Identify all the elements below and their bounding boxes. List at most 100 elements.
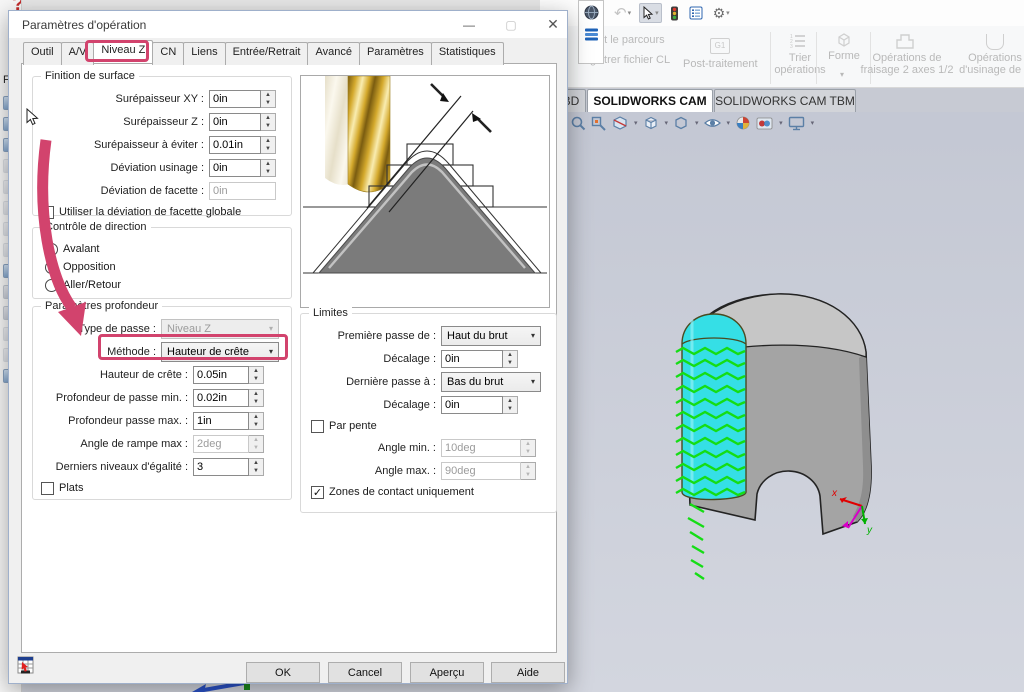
radio-aller-retour[interactable] bbox=[45, 279, 58, 292]
ribbon-item-simuler-parcours[interactable]: ut le parcours bbox=[598, 34, 665, 46]
surepaisseur-z-input[interactable]: 0in bbox=[209, 113, 261, 131]
tab-outil[interactable]: Outil bbox=[23, 42, 62, 65]
field-label: Surépaisseur à éviter : bbox=[33, 139, 209, 151]
svg-text:x: x bbox=[831, 488, 838, 499]
surepaisseur-eviter-input[interactable]: 0.01in bbox=[209, 136, 261, 154]
field-label: Angle max. : bbox=[301, 465, 441, 477]
forme-dropdown-icon[interactable]: ▾ bbox=[840, 70, 844, 79]
group-controle-direction: Contrôle de direction Avalant Opposition… bbox=[32, 227, 292, 299]
tab-av[interactable]: A/V bbox=[61, 42, 95, 65]
document-tab-band: BD SOLIDWORKS CAM SOLIDWORKS CAM TBM bbox=[540, 88, 1024, 112]
tab-avance[interactable]: Avancé bbox=[307, 42, 360, 65]
spinner[interactable]: ▲▼ bbox=[249, 412, 264, 430]
field-label: Surépaisseur Z : bbox=[33, 116, 209, 128]
spinner: ▲▼ bbox=[521, 439, 536, 457]
forme-icon bbox=[835, 32, 853, 48]
plats-checkbox[interactable] bbox=[41, 482, 54, 495]
dialog-tab-strip: Outil A/V Niveau Z CN Liens Entrée/Retra… bbox=[23, 42, 503, 65]
profondeur-min-input[interactable]: 0.02in bbox=[193, 389, 249, 407]
spinner[interactable]: ▲▼ bbox=[249, 366, 264, 384]
svg-text:3: 3 bbox=[790, 44, 793, 48]
properties-list-icon[interactable] bbox=[687, 3, 705, 23]
derniere-passe-combo[interactable]: Bas du brut▾ bbox=[441, 372, 541, 392]
select-cursor-icon[interactable]: ▾ bbox=[639, 3, 662, 23]
par-pente-checkbox[interactable] bbox=[311, 420, 324, 433]
spinner[interactable]: ▲▼ bbox=[261, 159, 276, 177]
part-model[interactable]: x y bbox=[560, 112, 1024, 692]
deviation-facette-input: 0in bbox=[209, 182, 276, 200]
cancel-button[interactable]: Cancel bbox=[328, 662, 402, 683]
table-drag-icon[interactable] bbox=[17, 656, 37, 675]
field-label: Angle de rampe max : bbox=[33, 438, 193, 450]
apercu-button[interactable]: Aperçu bbox=[410, 662, 484, 683]
surepaisseur-xy-input[interactable]: 0in bbox=[209, 90, 261, 108]
group-title: Paramètres profondeur bbox=[41, 300, 162, 312]
traffic-light-icon[interactable] bbox=[668, 3, 681, 23]
field-label: Derniers niveaux d'égalité : bbox=[33, 461, 193, 473]
spinner[interactable]: ▲▼ bbox=[503, 396, 518, 414]
tab-cn[interactable]: CN bbox=[152, 42, 184, 65]
profondeur-max-input[interactable]: 1in bbox=[193, 412, 249, 430]
layers-icon[interactable] bbox=[584, 28, 599, 41]
angle-max-input: 90deg bbox=[441, 462, 521, 480]
floating-mini-toolbar bbox=[578, 0, 604, 64]
group-title: Finition de surface bbox=[41, 70, 139, 82]
field-label: Type de passe : bbox=[33, 323, 161, 335]
aide-button[interactable]: Aide bbox=[491, 662, 565, 683]
spinner[interactable]: ▲▼ bbox=[261, 90, 276, 108]
checkbox-label: Plats bbox=[59, 482, 83, 494]
globe-icon[interactable] bbox=[584, 5, 599, 20]
scallop-preview-image bbox=[300, 75, 550, 308]
radio-label: Opposition bbox=[63, 261, 116, 273]
spinner: ▲▼ bbox=[249, 435, 264, 453]
minimize-icon[interactable]: — bbox=[461, 18, 477, 32]
ribbon-item-operations-fraisage[interactable]: Opérations de fraisage 2 axes 1/2 bbox=[852, 52, 962, 76]
type-de-passe-combo: Niveau Z▾ bbox=[161, 319, 279, 339]
zones-contact-checkbox[interactable]: ✓ bbox=[311, 486, 324, 499]
tab-solidworks-cam-tbm[interactable]: SOLIDWORKS CAM TBM bbox=[714, 89, 856, 112]
ribbon-item-post-traitement[interactable]: Post-traitement bbox=[683, 58, 758, 70]
decalage2-input[interactable]: 0in bbox=[441, 396, 503, 414]
spinner[interactable]: ▲▼ bbox=[249, 458, 264, 476]
post-process-icon: G1 bbox=[710, 38, 730, 54]
tab-liens[interactable]: Liens bbox=[183, 42, 225, 65]
niveaux-egalite-input[interactable]: 3 bbox=[193, 458, 249, 476]
radio-opposition[interactable] bbox=[45, 261, 58, 274]
svg-text:y: y bbox=[866, 525, 873, 536]
quick-access-toolbar: ↶▾ ▾ ⚙▾ pad bbox=[540, 0, 1024, 26]
group-finition-de-surface: Finition de surface Surépaisseur XY :0in… bbox=[32, 76, 292, 216]
dialog-titlebar[interactable]: Paramètres d'opération — ▢ ✕ bbox=[9, 11, 567, 38]
maximize-icon[interactable]: ▢ bbox=[503, 18, 519, 32]
radio-avalant[interactable] bbox=[45, 243, 58, 256]
ok-button[interactable]: OK bbox=[246, 662, 320, 683]
radio-label: Aller/Retour bbox=[63, 279, 121, 291]
ribbon-item-operations-usinage[interactable]: Opérations d'usinage de tr bbox=[950, 52, 1024, 76]
tab-page-niveau-z: Finition de surface Surépaisseur XY :0in… bbox=[21, 63, 557, 653]
spinner[interactable]: ▲▼ bbox=[503, 350, 518, 368]
facette-globale-checkbox[interactable] bbox=[41, 206, 54, 219]
tab-parametres[interactable]: Paramètres bbox=[359, 42, 432, 65]
checkbox-label: Zones de contact uniquement bbox=[329, 486, 474, 498]
spinner[interactable]: ▲▼ bbox=[261, 136, 276, 154]
tab-entree-retrait[interactable]: Entrée/Retrait bbox=[225, 42, 309, 65]
field-label: Surépaisseur XY : bbox=[33, 93, 209, 105]
field-label: Décalage : bbox=[301, 399, 441, 411]
close-icon[interactable]: ✕ bbox=[545, 16, 561, 33]
radio-label: Avalant bbox=[63, 243, 100, 255]
spinner[interactable]: ▲▼ bbox=[261, 113, 276, 131]
undo-icon[interactable]: ↶▾ bbox=[612, 3, 633, 23]
field-label: Angle min. : bbox=[301, 442, 441, 454]
methode-combo[interactable]: Hauteur de crête▾ bbox=[161, 342, 279, 362]
tab-statistiques[interactable]: Statistiques bbox=[431, 42, 504, 65]
tab-solidworks-cam[interactable]: SOLIDWORKS CAM bbox=[587, 89, 713, 112]
deviation-usinage-input[interactable]: 0in bbox=[209, 159, 261, 177]
gear-icon[interactable]: ⚙▾ bbox=[711, 3, 732, 23]
checkbox-label: Par pente bbox=[329, 420, 377, 432]
spinner[interactable]: ▲▼ bbox=[249, 389, 264, 407]
ribbon-separator bbox=[816, 32, 817, 84]
field-label: Profondeur passe max. : bbox=[33, 415, 193, 427]
hauteur-crete-input[interactable]: 0.05in bbox=[193, 366, 249, 384]
premiere-passe-combo[interactable]: Haut du brut▾ bbox=[441, 326, 541, 346]
tab-niveau-z[interactable]: Niveau Z bbox=[93, 40, 153, 63]
decalage1-input[interactable]: 0in bbox=[441, 350, 503, 368]
